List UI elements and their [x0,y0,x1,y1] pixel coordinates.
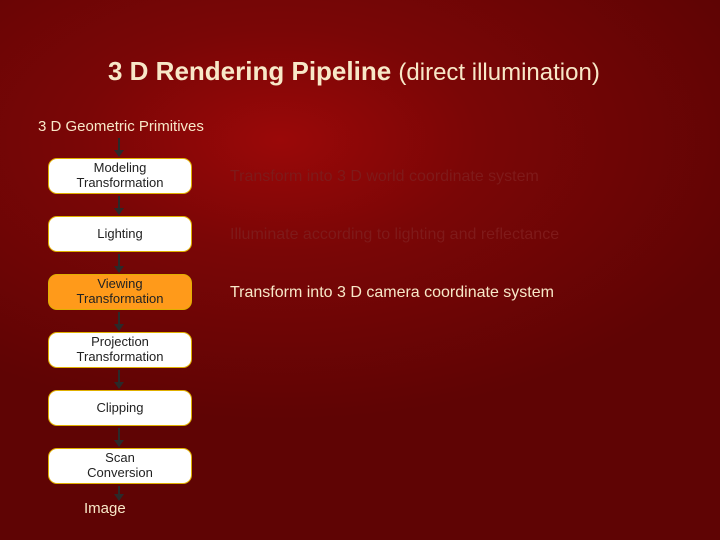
arrow-icon [118,486,120,500]
title-sub: (direct illumination) [398,59,599,86]
arrow-icon [118,428,120,446]
stage-label: ModelingTransformation [77,161,164,191]
title-main: 3 D Rendering Pipeline [108,56,391,86]
stage-desc: Illuminate according to lighting and ref… [230,226,559,244]
slide-title: 3 D Rendering Pipeline (direct illuminat… [108,56,600,87]
stage-label: ViewingTransformation [77,277,164,307]
stage-desc: Transform into 3 D camera coordinate sys… [230,284,554,302]
stage-label: Lighting [97,227,143,242]
stage-label: ProjectionTransformation [77,335,164,365]
stage-scan-conversion: ScanConversion [48,448,192,484]
arrow-icon [118,370,120,388]
stage-desc: Transform into 3 D world coordinate syst… [230,168,539,186]
stage-label: Clipping [97,401,144,416]
arrow-icon [118,196,120,214]
stage-projection-transformation: ProjectionTransformation [48,332,192,368]
pipeline-start-label: 3 D Geometric Primitives [38,118,204,135]
stage-clipping: Clipping [48,390,192,426]
stage-label: ScanConversion [87,451,153,481]
arrow-icon [118,254,120,272]
stage-modeling-transformation: ModelingTransformation [48,158,192,194]
stage-viewing-transformation: ViewingTransformation [48,274,192,310]
arrow-icon [118,138,120,156]
arrow-icon [118,312,120,330]
pipeline-end-label: Image [84,500,126,517]
stage-lighting: Lighting [48,216,192,252]
